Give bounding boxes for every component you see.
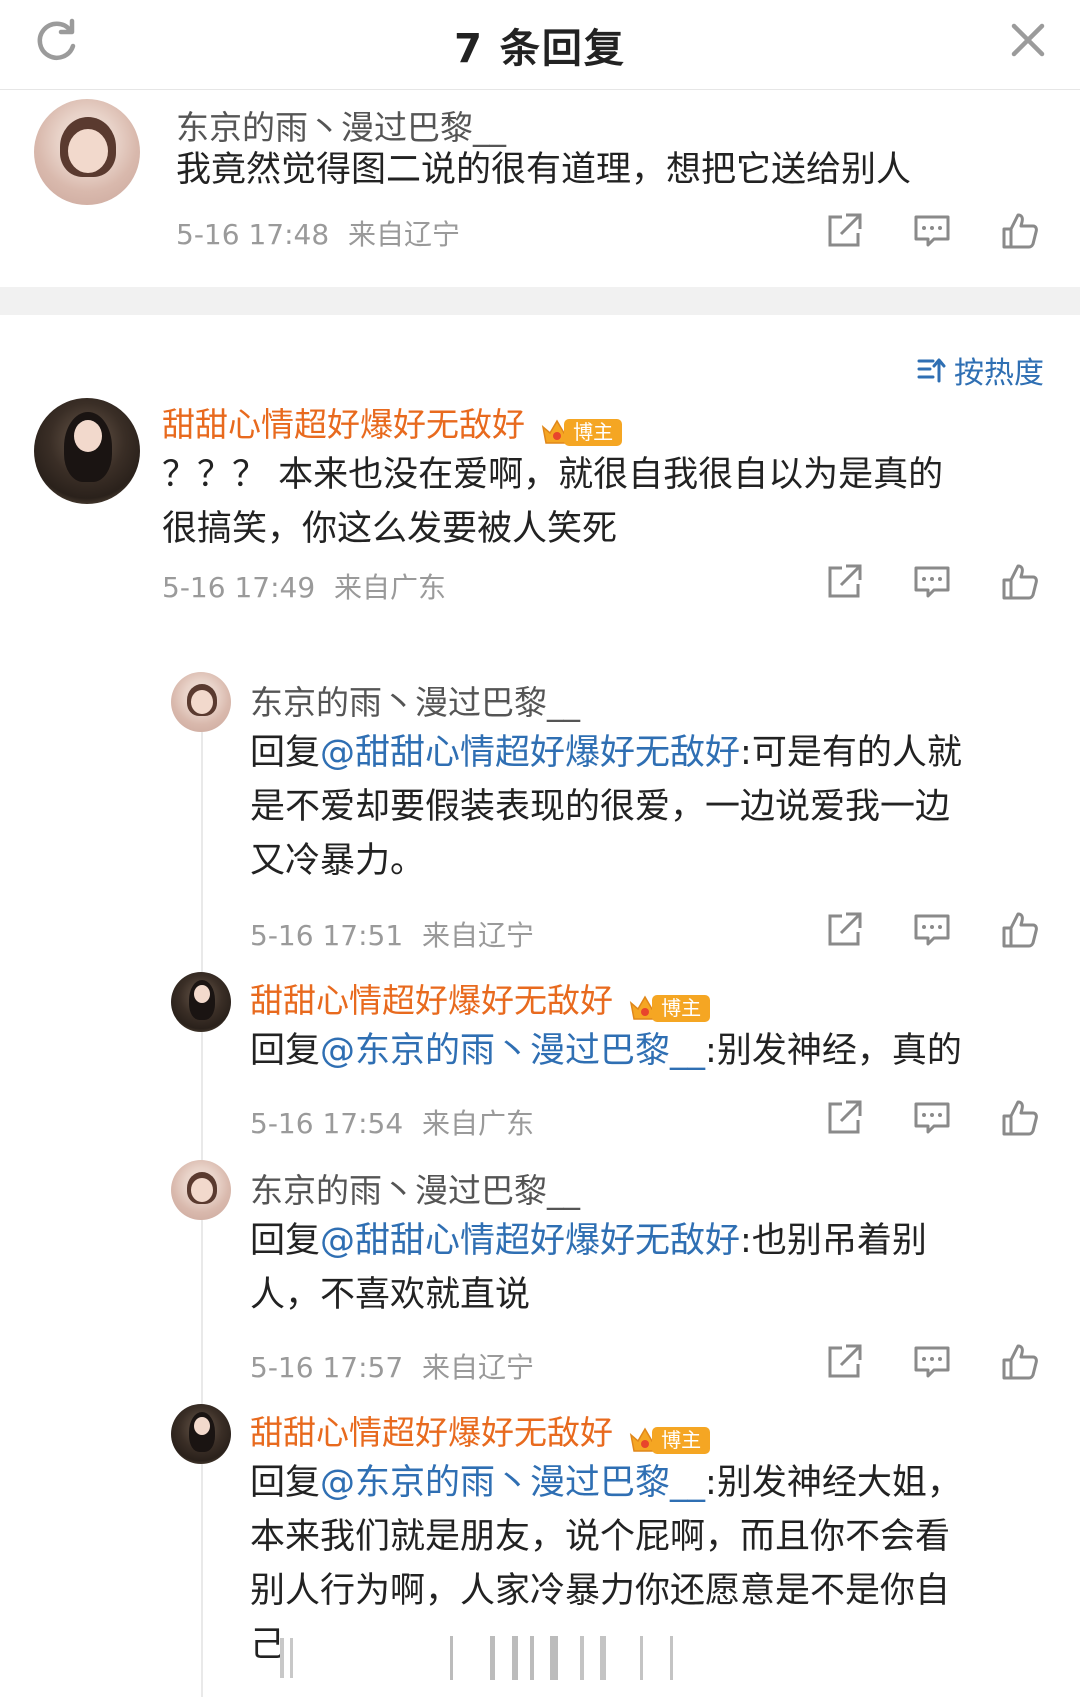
author-name[interactable]: 甜甜心情超好爆好无敌好	[250, 981, 613, 1020]
comment-meta: 5-16 17:48 来自辽宁	[176, 213, 460, 253]
avatar[interactable]	[171, 1160, 231, 1220]
reply-text: 回复@甜甜心情超好爆好无敌好:可是有的人就 是不爱却要假装表现的很爱，一边说爱我…	[250, 726, 1050, 888]
author-name[interactable]: 甜甜心情超好爆好无敌好	[250, 1413, 613, 1452]
reply-text-rest: :可是有的人就	[740, 733, 962, 773]
share-icon[interactable]	[824, 1342, 864, 1382]
reply-location: 来自辽宁	[422, 919, 535, 952]
reply-text: 回复@东京的雨丶漫过巴黎__:别发神经，真的	[250, 1024, 1050, 1078]
author-row: 甜甜心情超好爆好无敌好 博主	[250, 974, 712, 1025]
reply-location: 来自广东	[422, 1107, 535, 1140]
reply-text-rest: :别发神经，真的	[705, 1031, 962, 1071]
comment-text: 我竟然觉得图二说的很有道理，想把它送给别人	[176, 150, 912, 190]
reply-actions	[824, 1342, 1044, 1386]
author-row: 甜甜心情超好爆好无敌好 博主	[162, 398, 624, 449]
reply-prefix: 回复	[250, 1031, 321, 1071]
author-name[interactable]: 东京的雨丶漫过巴黎__	[176, 101, 506, 149]
author-name[interactable]: 东京的雨丶漫过巴黎__	[250, 1164, 580, 1212]
reply-text-line: 回复@甜甜心情超好爆好无敌好:可是有的人就	[250, 726, 1050, 780]
reply-text: 回复@甜甜心情超好爆好无敌好:也别吊着别 人，不喜欢就直说	[250, 1214, 1050, 1322]
avatar[interactable]	[171, 672, 231, 732]
reply-text-line: 又冷暴力。	[250, 841, 426, 881]
share-icon[interactable]	[824, 211, 864, 251]
blogger-badge: 博主	[628, 991, 712, 1025]
avatar[interactable]	[171, 1404, 231, 1464]
reply-text-line: 回复@东京的雨丶漫过巴黎__:别发神经大姐，	[250, 1456, 1050, 1510]
comment-icon[interactable]	[912, 1098, 952, 1138]
reply-time: 5-16 17:54	[250, 1107, 404, 1140]
reply-text-line: 回复@东京的雨丶漫过巴黎__:别发神经，真的	[250, 1024, 1050, 1078]
sort-icon	[917, 358, 946, 383]
comment-icon[interactable]	[912, 211, 952, 251]
sort-label: 按热度	[954, 356, 1044, 391]
share-icon[interactable]	[824, 562, 864, 602]
blogger-badge: 博主	[628, 1423, 712, 1457]
comment-icon[interactable]	[912, 910, 952, 950]
reply-time: 5-16 17:57	[250, 1351, 404, 1384]
comment-location: 来自辽宁	[348, 218, 461, 251]
close-icon[interactable]	[1006, 18, 1050, 62]
reply-text-line: 回复@甜甜心情超好爆好无敌好:也别吊着别	[250, 1214, 1050, 1268]
like-icon[interactable]	[1000, 1342, 1040, 1382]
section-divider	[0, 287, 1080, 315]
comment-text-line: 很搞笑，你这么发要被人笑死	[162, 509, 618, 549]
share-icon[interactable]	[824, 910, 864, 950]
reply-prefix: 回复	[250, 1463, 321, 1503]
mention-link[interactable]: @东京的雨丶漫过巴黎__	[320, 1463, 705, 1503]
reply-text-line: 人，不喜欢就直说	[250, 1275, 531, 1315]
redaction-strip	[280, 1636, 673, 1680]
reply-text-line: 别人行为啊，人家冷暴力你还愿意是不是你自	[250, 1571, 951, 1611]
mention-link[interactable]: @东京的雨丶漫过巴黎__	[320, 1031, 705, 1071]
header-bar: 7 条回复	[0, 0, 1080, 90]
sort-toggle[interactable]: 按热度	[916, 350, 1044, 391]
share-icon[interactable]	[824, 1098, 864, 1138]
badge-label: 博主	[564, 418, 623, 446]
page-title: 7 条回复	[454, 26, 626, 72]
author-row: 甜甜心情超好爆好无敌好 博主	[250, 1406, 712, 1457]
reply-text-rest: :也别吊着别	[740, 1221, 927, 1261]
comment-actions	[824, 562, 1044, 606]
reply-prefix: 回复	[250, 733, 321, 773]
comment-location: 来自广东	[334, 571, 447, 604]
badge-label: 博主	[652, 1426, 711, 1454]
badge-label: 博主	[652, 994, 711, 1022]
avatar[interactable]	[34, 99, 140, 205]
avatar[interactable]	[34, 398, 140, 504]
avatar[interactable]	[171, 972, 231, 1032]
like-icon[interactable]	[1000, 211, 1040, 251]
reply-text-rest: :别发神经大姐，	[705, 1463, 962, 1503]
like-icon[interactable]	[1000, 1098, 1040, 1138]
comment-text-line: ？？？ 本来也没在爱啊，就很自我很自以为是真的	[162, 455, 944, 495]
author-name[interactable]: 东京的雨丶漫过巴黎__	[250, 676, 580, 724]
comment-icon[interactable]	[912, 1342, 952, 1382]
comment-time: 5-16 17:48	[176, 218, 330, 251]
blogger-badge: 博主	[540, 415, 624, 449]
mention-link[interactable]: @甜甜心情超好爆好无敌好	[320, 1221, 740, 1261]
reply-meta: 5-16 17:57 来自辽宁	[250, 1346, 534, 1386]
reply-meta: 5-16 17:51 来自辽宁	[250, 914, 534, 954]
root-comment: 东京的雨丶漫过巴黎__ 我竟然觉得图二说的很有道理，想把它送给别人 5-16 1…	[0, 91, 1080, 287]
like-icon[interactable]	[1000, 910, 1040, 950]
comment-text: ？？？ 本来也没在爱啊，就很自我很自以为是真的 很搞笑，你这么发要被人笑死	[162, 448, 1042, 556]
reply-meta: 5-16 17:54 来自广东	[250, 1102, 534, 1142]
reply-prefix: 回复	[250, 1221, 321, 1261]
reply-actions	[824, 1098, 1044, 1142]
reply-location: 来自辽宁	[422, 1351, 535, 1384]
comment-icon[interactable]	[912, 562, 952, 602]
comment-meta: 5-16 17:49 来自广东	[162, 566, 446, 606]
reply-text-line: 本来我们就是朋友，说个屁啊，而且你不会看	[250, 1517, 951, 1557]
author-name[interactable]: 甜甜心情超好爆好无敌好	[162, 405, 525, 444]
comment-actions	[824, 211, 1044, 255]
mention-link[interactable]: @甜甜心情超好爆好无敌好	[320, 733, 740, 773]
reply-text-line: 是不爱却要假装表现的很爱，一边说爱我一边	[250, 787, 951, 827]
comment-time: 5-16 17:49	[162, 571, 316, 604]
reply-actions	[824, 910, 1044, 954]
reply-time: 5-16 17:51	[250, 919, 404, 952]
like-icon[interactable]	[1000, 562, 1040, 602]
